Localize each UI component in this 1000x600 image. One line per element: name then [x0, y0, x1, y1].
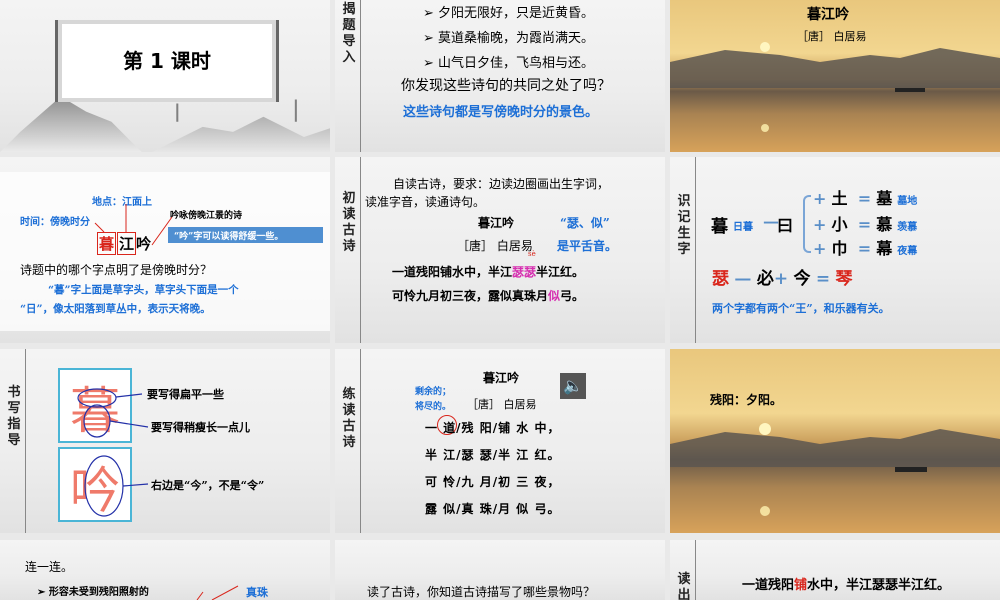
sunset-landscape — [670, 423, 1000, 516]
slide-8[interactable]: 练读古诗 暮江吟 🔈 剩余的； 将尽的。 ［唐］ 白居易 一 道/残 阳/铺 水… — [335, 349, 665, 533]
title-char-yin: 吟 — [136, 235, 152, 253]
slide-6[interactable]: 识记生字 暮 日暮 — 曰 + 土 = 墓 墓地 + 小 = 慕 羡慕 + 巾 … — [670, 157, 1000, 343]
note-1: 要写得扁平一些 — [147, 388, 224, 401]
slide-12[interactable]: 读出 一道残阳铺水中，半江瑟瑟半江红。 — [670, 540, 1000, 600]
question: 你发现这些诗句的共同之处了吗？ — [401, 78, 611, 94]
note-2: 要写得稍瘦长一点儿 — [151, 421, 250, 434]
note-3: 右边是“今”，不是“令” — [151, 479, 265, 492]
pronunciation-note-2: 是平舌音。 — [557, 239, 618, 253]
question: 诗题中的哪个字点明了是傍晚时分？ — [20, 263, 213, 277]
slide-11[interactable]: 读了古诗，你知道古诗描写了哪些景物吗？ — [335, 540, 665, 600]
gloss-2: 将尽的。 — [415, 402, 452, 412]
slide-5[interactable]: 初读古诗 自读古诗，要求：边读边圈画出生字词， 读准字音，读通诗句。 暮江吟 “… — [335, 157, 665, 343]
title-char-jiang: 江 — [117, 232, 137, 255]
se-qin-formula: 瑟 — 必+ 今 = 琴 — [712, 269, 853, 289]
pronunciation-note-1: “瑟、似” — [560, 216, 610, 230]
side-label: 揭题导入 — [342, 2, 356, 65]
side-label: 读出 — [677, 572, 691, 600]
answer-line-1: “暮”字上面是草字头，草字头下面是一个 — [48, 284, 239, 296]
char-row: + 土 = 墓 墓地 — [813, 189, 918, 208]
definition: 残阳：夕阳。 — [710, 393, 783, 407]
poem-line: 可 怜/九 月/初 三 夜， — [425, 475, 561, 489]
instruction-line-1: 自读古诗，要求：边读边圈画出生字词， — [393, 177, 610, 191]
part-char: 曰 — [777, 216, 794, 235]
poem-line: 半 江/瑟 瑟/半 江 红。 — [425, 448, 561, 462]
slide-3[interactable]: 暮江吟 ［唐］ 白居易 — [670, 0, 1000, 152]
side-label: 初读古诗 — [342, 191, 356, 254]
slide-2[interactable]: 揭题导入 ➢ 夕阳无限好，只是近黄昏。 ➢ 莫道桑榆晚，为霞尚满天。 ➢ 山气日… — [335, 0, 665, 152]
answer-line-2: “日”，像太阳落到草丛中，表示天将晚。 — [20, 303, 211, 315]
poem-line-1: ➢ 夕阳无限好，只是近黄昏。 — [423, 6, 595, 21]
poem-author: ［唐］ 白居易 — [467, 398, 537, 411]
char-row: + 巾 = 幕 夜幕 — [813, 239, 918, 258]
side-label: 练读古诗 — [342, 387, 356, 450]
slide-9[interactable]: 残阳：夕阳。 — [670, 349, 1000, 533]
note: 两个字都有两个“王”，和乐器有关。 — [712, 302, 890, 315]
poem-line: 一 道/残 阳/铺 水 中， — [425, 421, 561, 435]
pinyin: sè — [528, 250, 536, 258]
poem-author: ［唐］ 白居易 — [797, 30, 867, 43]
reading-tip: “吟”字可以读得舒缓一些。 — [168, 227, 323, 243]
annotation-lines — [77, 388, 149, 517]
poem-line-3: ➢ 山气日夕佳，飞鸟相与还。 — [423, 56, 595, 71]
base-char: 暮 — [711, 217, 728, 237]
slide-7[interactable]: 书写指导 暮 吟 要写得扁平一些 要写得稍瘦长一点儿 右边是“今”，不是“令” — [0, 349, 330, 533]
poem-line-1: 一道残阳铺水中，半江瑟瑟半江红。 — [392, 265, 585, 279]
poem-line-2: 可怜九月初三夜，露似真珠月似弓。 — [392, 289, 585, 303]
base-word: 日暮 — [733, 222, 753, 233]
poem-title: 暮江吟 — [807, 7, 849, 23]
poem-author: ［唐］ 白居易 — [457, 239, 533, 253]
poem-line: 露 似/真 珠/月 似 弓。 — [425, 502, 561, 516]
poem-title: 暮江吟 — [483, 371, 520, 385]
slide-4[interactable]: 地点：江面上 时间：傍晚时分 吟咏傍晚江景的诗 暮 江 吟 “吟”字可以读得舒缓… — [0, 157, 330, 343]
question: 读了古诗，你知道古诗描写了哪些景物吗？ — [367, 585, 596, 599]
poem-line-2: ➢ 莫道桑榆晚，为霞尚满天。 — [423, 31, 595, 46]
audio-button[interactable]: 🔈 — [560, 373, 586, 399]
slide-10[interactable]: 连一连。 ➢ 形容未受到残阳照射的 真珠 — [0, 540, 330, 600]
char-row: + 小 = 慕 羡慕 — [813, 215, 918, 234]
match-line — [196, 585, 239, 600]
slide-1[interactable]: 第 1 课时 — [0, 0, 330, 152]
side-label: 识记生字 — [677, 194, 691, 257]
instruction-line-2: 读准字音，读通诗句。 — [365, 195, 486, 209]
gloss-1: 剩余的； — [415, 387, 452, 397]
title-char-mu: 暮 — [97, 232, 117, 255]
lesson-title: 第 1 课时 — [123, 49, 211, 73]
poem-title: 暮江吟 — [478, 216, 515, 230]
answer: 这些诗句都是写傍晚时分的景色。 — [403, 105, 599, 120]
poem-line: 一道残阳铺水中，半江瑟瑟半江红。 — [742, 578, 951, 593]
